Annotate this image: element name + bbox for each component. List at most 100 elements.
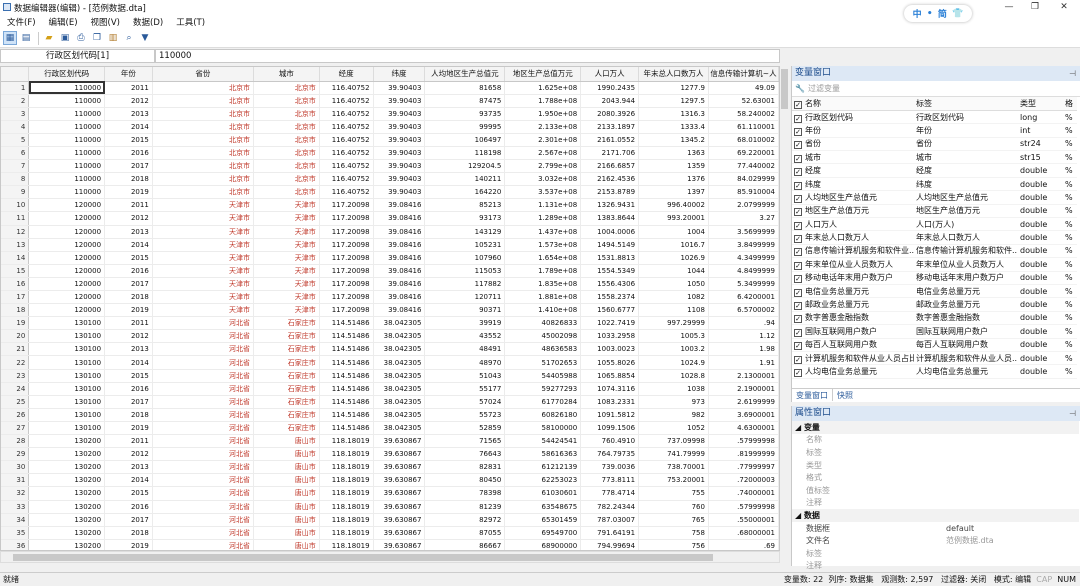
- table-cell[interactable]: 39.90403: [373, 120, 426, 134]
- table-cell[interactable]: 760.4910: [580, 434, 640, 449]
- table-cell[interactable]: 48636583: [504, 342, 582, 357]
- column-header[interactable]: 地区生产总值万元: [504, 67, 582, 82]
- table-cell[interactable]: 38.042305: [373, 329, 426, 344]
- variable-name[interactable]: ✓ 移动电话年末用户数万户: [792, 271, 914, 285]
- table-cell[interactable]: 38.042305: [373, 342, 426, 357]
- table-cell[interactable]: 1044: [638, 264, 709, 278]
- table-cell[interactable]: 2011: [104, 198, 153, 213]
- table-cell[interactable]: 982: [638, 408, 709, 422]
- table-cell[interactable]: 2016: [104, 264, 153, 278]
- table-cell[interactable]: 130100: [28, 421, 106, 436]
- table-cell[interactable]: 117.20098: [319, 290, 374, 305]
- table-cell[interactable]: 68900000: [504, 539, 582, 550]
- table-cell[interactable]: 唐山市: [253, 473, 320, 488]
- property-value[interactable]: [932, 497, 1079, 510]
- table-cell[interactable]: 1277.9: [638, 81, 709, 95]
- variable-row[interactable]: ✓ 年末单位从业人员数万人 年末单位从业人员数万人 double%: [792, 257, 1077, 272]
- table-cell[interactable]: 116.40752: [319, 107, 374, 121]
- table-cell[interactable]: 130200: [28, 434, 106, 449]
- table-cell[interactable]: 39.90403: [373, 172, 426, 187]
- table-cell[interactable]: 130200: [28, 500, 106, 514]
- table-cell[interactable]: 93735: [424, 107, 506, 121]
- table-cell[interactable]: 天津市: [253, 303, 320, 318]
- table-cell[interactable]: 110000: [28, 94, 106, 108]
- table-cell[interactable]: 2019: [104, 539, 153, 550]
- checkbox-icon[interactable]: ✓: [794, 355, 802, 364]
- table-cell[interactable]: 39.08416: [373, 238, 426, 252]
- table-cell[interactable]: 39.90403: [373, 94, 426, 108]
- table-cell[interactable]: 1004.0006: [580, 225, 640, 239]
- table-cell[interactable]: 1397: [638, 185, 709, 200]
- table-cell[interactable]: 38.042305: [373, 408, 426, 422]
- paste-icon[interactable]: ▥: [106, 31, 120, 45]
- table-cell[interactable]: 2015: [104, 369, 153, 383]
- table-cell[interactable]: 87055: [424, 526, 506, 540]
- open-icon[interactable]: ▰: [42, 31, 56, 45]
- table-cell[interactable]: 1.788e+08: [504, 94, 582, 108]
- table-cell[interactable]: 110000: [28, 146, 106, 161]
- table-cell[interactable]: 118.18019: [319, 539, 374, 550]
- close-button[interactable]: ✕: [1053, 0, 1075, 14]
- table-cell[interactable]: 99995: [424, 120, 506, 134]
- table-cell[interactable]: 2012: [104, 94, 153, 108]
- table-cell[interactable]: 69549700: [504, 526, 582, 540]
- checkbox-icon[interactable]: ✓: [794, 208, 802, 217]
- checkbox-icon[interactable]: ✓: [794, 288, 802, 297]
- table-cell[interactable]: 114.51486: [319, 369, 374, 383]
- table-cell[interactable]: 794.99694: [580, 539, 640, 550]
- table-cell[interactable]: 58616363: [504, 447, 582, 462]
- variable-name[interactable]: ✓ 行政区划代码: [792, 110, 914, 125]
- table-cell[interactable]: 1.881e+08: [504, 290, 582, 305]
- table-cell[interactable]: 1052: [638, 421, 709, 436]
- table-cell[interactable]: 1.654e+08: [504, 251, 582, 265]
- table-cell[interactable]: 2016: [104, 382, 153, 396]
- variable-name[interactable]: ✓ 年末总人口数万人: [792, 230, 914, 245]
- property-section-header[interactable]: ◢ 数据: [792, 509, 1079, 522]
- table-cell[interactable]: 石家庄市: [253, 316, 320, 331]
- table-cell[interactable]: 61030601: [504, 486, 582, 501]
- table-cell[interactable]: 河北省: [152, 355, 255, 370]
- table-cell[interactable]: 118.18019: [319, 447, 374, 462]
- table-cell[interactable]: 唐山市: [253, 460, 320, 475]
- table-cell[interactable]: 2171.706: [580, 146, 640, 161]
- collapse-icon[interactable]: ◢: [795, 423, 804, 432]
- table-cell[interactable]: 118.18019: [319, 473, 374, 488]
- checkbox-icon[interactable]: ✓: [794, 221, 802, 230]
- table-cell[interactable]: 118198: [424, 146, 506, 161]
- table-cell[interactable]: 39.630867: [373, 460, 426, 475]
- table-cell[interactable]: 38.042305: [373, 382, 426, 396]
- table-cell[interactable]: 2019: [104, 421, 153, 436]
- table-cell[interactable]: 1.98: [708, 342, 779, 357]
- table-cell[interactable]: 39.90403: [373, 185, 426, 200]
- table-cell[interactable]: 石家庄市: [253, 395, 320, 409]
- table-cell[interactable]: 71565: [424, 434, 506, 449]
- table-cell[interactable]: 北京市: [152, 159, 255, 174]
- table-cell[interactable]: 1297.5: [638, 94, 709, 108]
- variable-row[interactable]: ✓ 人口万人 人口(万人) double%: [792, 217, 1077, 232]
- table-cell[interactable]: 115053: [424, 264, 506, 278]
- variable-name[interactable]: ✓ 电信业务总量万元: [792, 284, 914, 299]
- table-cell[interactable]: 1560.6777: [580, 303, 640, 318]
- table-cell[interactable]: 1558.2374: [580, 290, 640, 305]
- table-cell[interactable]: 天津市: [152, 277, 255, 292]
- column-header[interactable]: 信息传输计算机~人: [708, 67, 779, 82]
- table-cell[interactable]: 2.0799999: [708, 198, 779, 213]
- table-cell[interactable]: 116.40752: [319, 120, 374, 134]
- table-cell[interactable]: 110000: [28, 120, 106, 134]
- tab-snapshots[interactable]: 快照: [833, 389, 857, 401]
- table-cell[interactable]: 北京市: [152, 120, 255, 134]
- table-cell[interactable]: 2.133e+08: [504, 120, 582, 134]
- table-cell[interactable]: 39.630867: [373, 486, 426, 501]
- table-cell[interactable]: .55000001: [708, 513, 779, 527]
- table-cell[interactable]: 北京市: [253, 185, 320, 200]
- table-cell[interactable]: 河北省: [152, 382, 255, 396]
- table-cell[interactable]: 1074.3116: [580, 382, 640, 396]
- table-cell[interactable]: 39.90403: [373, 159, 426, 174]
- table-cell[interactable]: 117882: [424, 277, 506, 292]
- property-value[interactable]: [932, 434, 1079, 447]
- table-cell[interactable]: 北京市: [152, 81, 255, 95]
- table-cell[interactable]: 39.08416: [373, 277, 426, 292]
- table-cell[interactable]: 39.08416: [373, 211, 426, 226]
- table-cell[interactable]: 河北省: [152, 329, 255, 344]
- table-cell[interactable]: 2014: [104, 473, 153, 488]
